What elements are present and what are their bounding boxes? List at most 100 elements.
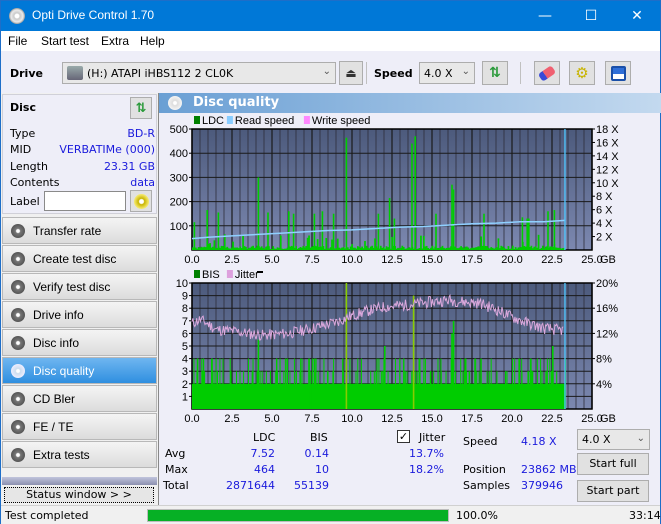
bis-bar — [236, 371, 238, 409]
avg-bis: 0.14 — [304, 447, 330, 460]
settings-button[interactable]: ⚙ — [569, 61, 595, 85]
minimize-button[interactable]: — — [522, 1, 568, 31]
bis-bar — [204, 371, 206, 409]
bis-bar — [317, 371, 319, 409]
menu-start-test[interactable]: Start test — [41, 34, 89, 48]
ldc-peak — [483, 213, 485, 250]
nav-fe-te[interactable]: FE / TE — [2, 413, 157, 440]
bis-bar — [381, 371, 383, 409]
legend-label: BIS — [202, 269, 220, 281]
maximize-button[interactable]: ☐ — [568, 1, 614, 31]
test-speed-select[interactable]: 4.0 X ⌄ — [577, 429, 650, 450]
nav-label: Transfer rate — [33, 224, 102, 238]
bis-bar — [295, 371, 297, 409]
bis-bar — [475, 358, 477, 409]
bis-bar — [468, 371, 470, 409]
bis-bar — [259, 371, 261, 409]
label-input[interactable] — [44, 191, 126, 211]
y-tick-label: 4 — [182, 354, 188, 366]
bis-peak — [412, 295, 415, 409]
ldc-peak — [280, 235, 282, 250]
ldc-peak — [377, 213, 380, 250]
start-part-button[interactable]: Start part — [577, 480, 649, 502]
menu-file[interactable]: File — [8, 34, 27, 48]
row-label-max: Max — [165, 463, 188, 476]
close-button[interactable]: ✕ — [614, 1, 660, 31]
panel-header: Disc quality — [159, 93, 661, 113]
eject-icon: ⏏ — [345, 66, 357, 80]
x-tick-label: 12.5 — [381, 254, 402, 265]
bis-bar — [505, 371, 507, 409]
start-full-button[interactable]: Start full — [577, 453, 649, 475]
disc-quality-panel: Disc quality LDC Read speed Write speed 100… — [158, 93, 661, 505]
eject-button[interactable]: ⏏ — [339, 61, 363, 85]
bis-bar — [219, 358, 221, 409]
erase-button[interactable] — [534, 61, 560, 85]
nav-label: Disc quality — [33, 364, 95, 378]
y-tick-label: 500 — [170, 124, 188, 136]
nav-transfer-rate[interactable]: Transfer rate — [2, 217, 157, 244]
col-ldc-header: LDC — [253, 431, 276, 444]
nav-verify-test-disc[interactable]: Verify test disc — [2, 273, 157, 300]
bis-bar — [357, 358, 359, 409]
bis-bar — [556, 371, 558, 409]
total-bis: 55139 — [294, 479, 329, 492]
label-disc-button[interactable] — [130, 190, 152, 212]
bis-bar — [222, 358, 224, 409]
save-button[interactable] — [605, 61, 631, 85]
bis-bar — [424, 358, 426, 409]
ldc-peak — [288, 211, 290, 250]
nav-label: FE / TE — [33, 420, 74, 434]
ldc-peak — [451, 184, 453, 250]
nav-divider — [2, 477, 157, 485]
x-tick-label: 2.5 — [224, 254, 239, 265]
nav-disc-info[interactable]: Disc info — [2, 329, 157, 356]
nav-disc-quality[interactable]: Disc quality — [2, 357, 157, 384]
field-key: Contents — [10, 176, 60, 189]
x-tick-label: 22.5 — [541, 413, 562, 425]
drive-select-value: (H:) ATAPI iHBS112 2 CL0K — [87, 67, 234, 80]
x-tick-label: 0.0 — [184, 254, 199, 265]
bis-jitter-chart: BIS Jitter 12345678910 4% 8% 12% 16% 20% 0.0 2.5 5… — [176, 269, 618, 425]
ldc-peak — [193, 222, 196, 250]
ldc-peak — [526, 218, 528, 250]
y-tick-label: 100 — [170, 221, 188, 233]
ldc-peak — [267, 212, 269, 250]
field-value: BD-R — [127, 127, 155, 140]
disc-icon — [133, 193, 149, 209]
bis-bar — [488, 371, 490, 409]
max-jitter: 18.2% — [409, 463, 444, 476]
speed-select[interactable]: 4.0 X ⌄ — [419, 62, 475, 84]
refresh-button[interactable]: ⇅ — [482, 61, 508, 85]
status-text: Test completed — [5, 509, 89, 522]
bis-bar — [213, 371, 215, 409]
y-tick-label: 5 — [182, 341, 188, 353]
disc-refresh-button[interactable]: ⇅ — [130, 97, 152, 119]
x-tick-label: 15.0 — [421, 413, 442, 425]
bis-bar — [293, 358, 295, 409]
nav-create-test-disc[interactable]: Create test disc — [2, 245, 157, 272]
nav-drive-info[interactable]: Drive info — [2, 301, 157, 328]
chevron-down-icon: ⌄ — [461, 66, 470, 77]
disc-tool-icon — [11, 308, 25, 322]
bis-bar — [476, 371, 478, 409]
bis-bar — [202, 358, 204, 409]
samples-value: 379946 — [521, 479, 563, 492]
jitter-checkbox[interactable]: ✓ — [397, 430, 410, 443]
bis-bar — [380, 371, 382, 409]
bis-peak — [451, 333, 453, 409]
nav-cd-bler[interactable]: CD Bler — [2, 385, 157, 412]
status-window-button[interactable]: Status window > > — [4, 487, 154, 503]
menu-extra[interactable]: Extra — [101, 34, 129, 48]
field-value: 23.31 GB — [103, 160, 155, 173]
field-key: Type — [10, 127, 36, 140]
panel-title: Disc quality — [193, 95, 280, 110]
drive-select[interactable]: (H:) ATAPI iHBS112 2 CL0K ⌄ — [62, 62, 336, 84]
title-bar: Opti Drive Control 1.70 — ☐ ✕ — [1, 1, 660, 31]
menu-help[interactable]: Help — [140, 34, 165, 48]
ldc-chart: LDC Read speed Write speed 100 200 300 400 500 2… — [170, 115, 620, 265]
bis-bar — [230, 371, 232, 409]
bis-bar — [399, 358, 401, 409]
nav-extra-tests[interactable]: Extra tests — [2, 441, 157, 468]
x-tick-label: 7.5 — [304, 254, 319, 265]
